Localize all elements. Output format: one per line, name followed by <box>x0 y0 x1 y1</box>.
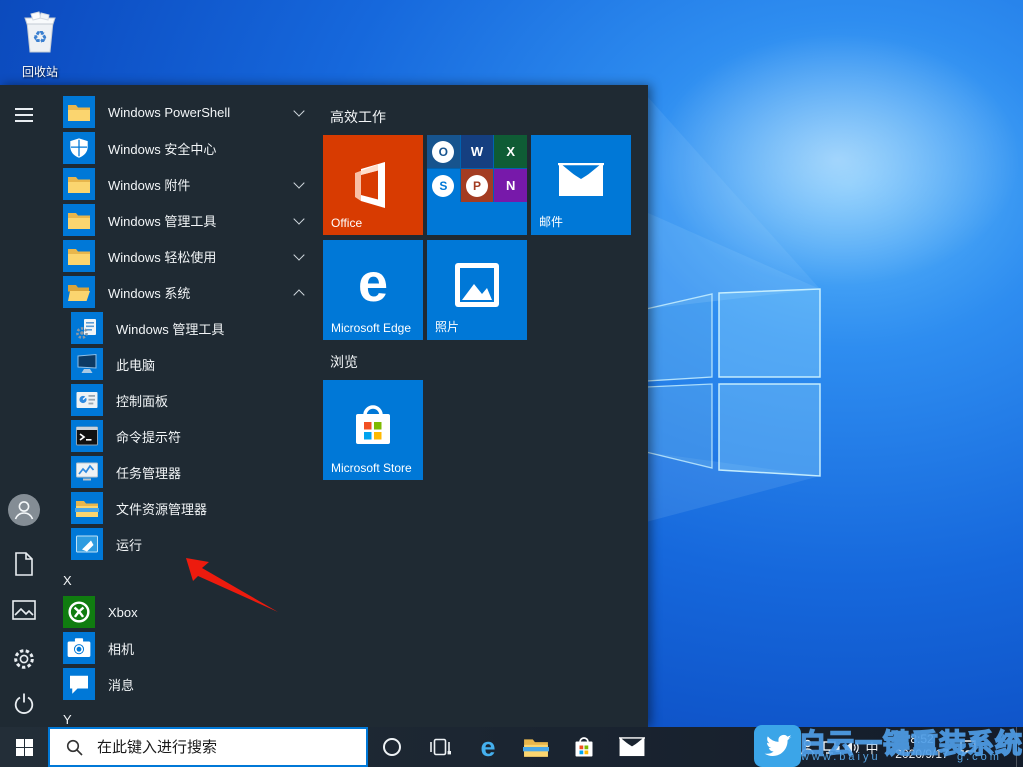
document-icon[interactable] <box>0 546 48 582</box>
recycle-bin[interactable]: ♻ 回收站 <box>8 10 72 80</box>
chevron-down-icon[interactable] <box>293 213 304 224</box>
app-item-this-pc[interactable]: 此电脑 <box>54 346 317 382</box>
folder-icon <box>63 240 95 272</box>
shield-icon <box>63 132 95 164</box>
app-item-file-explorer[interactable]: 文件资源管理器 <box>54 490 317 526</box>
tile-group-title: 浏览 <box>330 352 358 372</box>
desktop: ♻ 回收站 <box>0 0 1023 767</box>
store-taskbar-button[interactable] <box>560 727 608 767</box>
chevron-down-icon[interactable] <box>293 177 304 188</box>
app-item-camera[interactable]: 相机 <box>54 630 309 666</box>
volume-tray-icon[interactable] <box>842 727 862 767</box>
app-item-windows-ease-of-access[interactable]: Windows 轻松使用 <box>54 238 309 274</box>
excel-icon: X <box>494 135 527 168</box>
app-item-task-manager[interactable]: 任务管理器 <box>54 454 317 490</box>
office-suite-grid: O W X S P N <box>427 135 527 202</box>
task-manager-icon <box>71 456 103 488</box>
folder-open-icon <box>63 276 95 308</box>
taskbar: e 中 8:52 2020/9/17 <box>0 727 1023 767</box>
app-item-windows-system[interactable]: Windows 系统 <box>54 274 309 310</box>
task-view-icon <box>429 738 451 756</box>
app-item-messages[interactable]: 消息 <box>54 666 309 702</box>
run-icon <box>71 528 103 560</box>
search-input[interactable] <box>95 738 366 757</box>
app-item-control-panel[interactable]: 控制面板 <box>54 382 317 418</box>
tile-office[interactable]: Office <box>323 135 423 235</box>
start-button[interactable] <box>0 727 48 767</box>
control-panel-icon <box>71 384 103 416</box>
tile-microsoft-edge[interactable]: e Microsoft Edge <box>323 240 423 340</box>
admin-tools-icon <box>71 312 103 344</box>
app-item-windows-powershell[interactable]: Windows PowerShell <box>54 94 309 130</box>
powerpoint-icon: P <box>461 169 494 202</box>
word-icon: W <box>461 135 494 168</box>
edge-icon: e <box>480 734 495 761</box>
user-icon[interactable] <box>0 492 48 528</box>
app-list-section-x[interactable]: X <box>63 573 72 588</box>
chevron-up-icon[interactable] <box>293 289 304 300</box>
tile-microsoft-store[interactable]: Microsoft Store <box>323 380 423 480</box>
file-explorer-icon <box>71 492 103 524</box>
pictures-icon[interactable] <box>0 593 48 629</box>
svg-text:♻: ♻ <box>32 28 47 47</box>
people-tray-icon[interactable] <box>796 727 818 767</box>
recycle-bin-label: 回收站 <box>8 63 72 80</box>
app-item-windows-accessories[interactable]: Windows 附件 <box>54 166 309 202</box>
chevron-down-icon[interactable] <box>293 105 304 116</box>
tile-mail[interactable]: 邮件 <box>531 135 631 235</box>
chevron-down-icon[interactable] <box>293 249 304 260</box>
command-prompt-icon <box>71 420 103 452</box>
app-item-windows-admin-tools[interactable]: Windows 管理工具 <box>54 202 309 238</box>
start-menu: Windows PowerShell Windows 安全中心 Windows … <box>0 85 648 727</box>
store-icon <box>572 734 596 760</box>
gear-icon[interactable] <box>0 641 48 677</box>
tile-photos[interactable]: 照片 <box>427 240 527 340</box>
cortana-button[interactable] <box>368 727 416 767</box>
mail-icon <box>619 737 645 757</box>
task-view-button[interactable] <box>416 727 464 767</box>
app-item-xbox[interactable]: Xbox <box>54 594 309 630</box>
app-list-section-y[interactable]: Y <box>63 712 72 727</box>
recycle-bin-icon: ♻ <box>17 10 63 56</box>
camera-icon <box>63 632 95 664</box>
cortana-icon <box>382 737 402 757</box>
search-icon <box>66 739 83 756</box>
message-icon <box>63 668 95 700</box>
folder-icon <box>63 204 95 236</box>
app-item-command-prompt[interactable]: 命令提示符 <box>54 418 317 454</box>
start-menu-rail <box>0 85 48 727</box>
edge-taskbar-button[interactable]: e <box>464 727 512 767</box>
app-item-windows-security[interactable]: Windows 安全中心 <box>54 130 309 166</box>
folder-icon <box>63 168 95 200</box>
power-icon[interactable] <box>0 686 48 722</box>
action-center-button[interactable] <box>954 727 982 767</box>
clock-time: 8:52 <box>895 732 948 747</box>
skype-icon: S <box>427 169 460 202</box>
mail-taskbar-button[interactable] <box>608 727 656 767</box>
windows-start-icon <box>16 739 33 756</box>
file-explorer-icon <box>523 736 549 758</box>
network-tray-icon[interactable] <box>820 727 842 767</box>
tile-office-suite[interactable]: O W X S P N <box>427 135 527 235</box>
onenote-icon: N <box>494 169 527 202</box>
taskbar-clock[interactable]: 8:52 2020/9/17 <box>886 727 958 767</box>
show-desktop-button[interactable] <box>1016 727 1023 767</box>
action-center-icon <box>959 739 977 756</box>
file-explorer-taskbar-button[interactable] <box>512 727 560 767</box>
ime-indicator[interactable]: 中 <box>862 727 882 767</box>
folder-icon <box>63 96 95 128</box>
taskbar-search[interactable] <box>48 727 368 767</box>
tile-group-title: 高效工作 <box>330 107 386 127</box>
outlook-icon: O <box>427 135 460 168</box>
app-item-run[interactable]: 运行 <box>54 526 317 562</box>
this-pc-icon <box>71 348 103 380</box>
app-item-admin-tools[interactable]: Windows 管理工具 <box>54 310 317 346</box>
hamburger-icon[interactable] <box>0 97 48 133</box>
clock-date: 2020/9/17 <box>895 747 948 762</box>
xbox-icon <box>63 596 95 628</box>
